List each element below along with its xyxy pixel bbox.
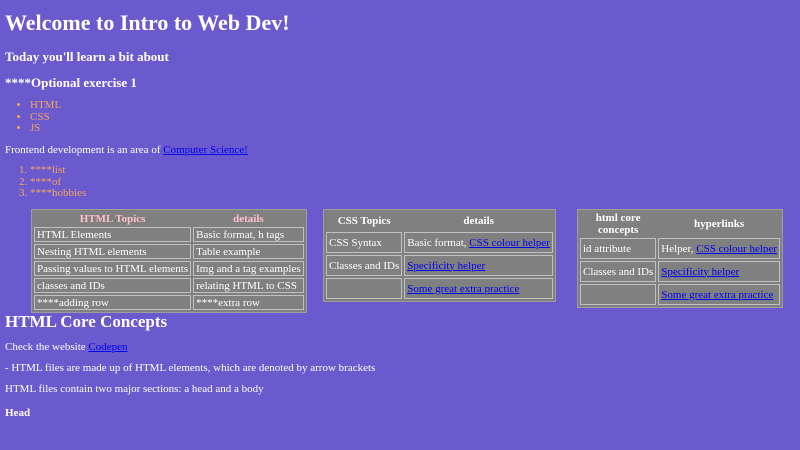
table-cell: id attribute [580, 238, 657, 259]
css-topics-table: CSS Topics details CSS Syntax Basic form… [323, 209, 556, 302]
table-cell: Helper, CSS colour helper [658, 238, 780, 259]
specificity-helper-link[interactable]: Specificity helper [661, 266, 739, 278]
table-cell: ****adding row [34, 295, 192, 310]
list-item: HTML [30, 99, 61, 112]
table-cell [580, 284, 657, 305]
table-cell: Classes and IDs [580, 261, 657, 282]
cell-text: Basic format, [407, 236, 470, 249]
frontend-paragraph: Frontend development is an area of Compu… [5, 144, 248, 156]
codepen-link[interactable]: Codepen [88, 341, 127, 353]
table-cell: ****extra row [193, 295, 304, 310]
column-header: hyperlinks [658, 212, 780, 236]
table-row: id attribute Helper, CSS colour helper [580, 238, 780, 259]
table-cell: Nesting HTML elements [34, 244, 192, 259]
table-cell: classes and IDs [34, 278, 192, 293]
table-row: Some great extra practice [580, 284, 780, 305]
table-cell: Basic format, CSS colour helper [404, 232, 553, 253]
table-cell: Some great extra practice [404, 278, 553, 299]
table-row: Classes and IDs Specificity helper [580, 261, 780, 282]
page-title: Welcome to Intro to Web Dev! [5, 10, 290, 35]
table-cell: Classes and IDs [326, 255, 403, 276]
table-header-row: HTML Topics details [34, 212, 304, 225]
table-cell: relating HTML to CSS [193, 278, 304, 293]
html-elements-paragraph: - HTML files are made up of HTML element… [5, 362, 376, 374]
specificity-helper-link[interactable]: Specificity helper [407, 260, 485, 272]
table-cell: Passing values to HTML elements [34, 261, 192, 276]
table-row: Some great extra practice [326, 278, 553, 299]
section-heading: HTML Core Concepts [5, 312, 168, 331]
extra-practice-link[interactable]: Some great extra practice [407, 283, 519, 295]
frontend-text: Frontend development is an area of [5, 144, 164, 156]
check-text: Check the website [5, 341, 89, 353]
table-cell: CSS Syntax [326, 232, 403, 253]
list-item: ****list [30, 164, 86, 177]
head-label: Head [5, 407, 31, 419]
column-header: details [193, 212, 304, 225]
table-cell: Specificity helper [658, 261, 780, 282]
css-colour-helper-link[interactable]: CSS colour helper [469, 237, 550, 249]
check-website-paragraph: Check the website Codepen [5, 341, 128, 353]
table-row: HTML Elements Basic format, h tags [34, 227, 304, 242]
column-header: CSS Topics [326, 212, 403, 230]
table-row: Classes and IDs Specificity helper [326, 255, 553, 276]
table-cell: Some great extra practice [658, 284, 780, 305]
column-header: html core concepts [580, 212, 657, 236]
list-item: ****hobbies [30, 187, 86, 200]
cell-text: Helper, [661, 242, 697, 255]
table-row: Passing values to HTML elements Img and … [34, 261, 304, 276]
table-cell [326, 278, 403, 299]
table-row: Nesting HTML elements Table example [34, 244, 304, 259]
html-topics-table: HTML Topics details HTML Elements Basic … [31, 209, 307, 313]
extra-practice-link[interactable]: Some great extra practice [661, 289, 773, 301]
computer-science-link[interactable]: Computer Science! [163, 144, 248, 156]
subtitle: Today you'll learn a bit about [5, 49, 169, 64]
table-cell: HTML Elements [34, 227, 192, 242]
table-row: CSS Syntax Basic format, CSS colour help… [326, 232, 553, 253]
html-sections-paragraph: HTML files contain two major sections: a… [5, 383, 264, 395]
topics-list: HTML CSS JS [5, 99, 61, 135]
table-header-row: CSS Topics details [326, 212, 553, 230]
exercise-heading: ****Optional exercise 1 [5, 75, 137, 90]
table-cell: Img and a tag examples [193, 261, 304, 276]
table-row: classes and IDs relating HTML to CSS [34, 278, 304, 293]
table-cell: Table example [193, 244, 304, 259]
table-cell: Basic format, h tags [193, 227, 304, 242]
table-row: ****adding row ****extra row [34, 295, 304, 310]
table-header-row: html core concepts hyperlinks [580, 212, 780, 236]
column-header: HTML Topics [34, 212, 192, 225]
table-cell: Specificity helper [404, 255, 553, 276]
html-core-concepts-table: html core concepts hyperlinks id attribu… [577, 209, 783, 308]
column-header: details [404, 212, 553, 230]
css-colour-helper-link[interactable]: CSS colour helper [696, 243, 777, 255]
list-item: JS [30, 122, 61, 135]
hobbies-list: ****list ****of ****hobbies [5, 164, 86, 200]
